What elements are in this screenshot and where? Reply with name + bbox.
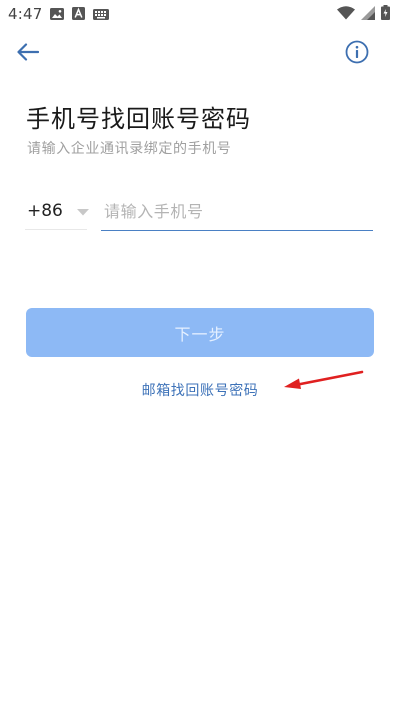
info-circle-icon xyxy=(345,40,369,68)
keyboard-icon xyxy=(93,5,110,24)
status-time: 4:47 xyxy=(8,5,43,23)
a-badge-icon xyxy=(72,5,86,24)
next-button[interactable]: 下一步 xyxy=(26,308,374,357)
country-code-selector[interactable]: +86 xyxy=(25,192,89,230)
battery-icon xyxy=(381,4,390,24)
phone-input[interactable] xyxy=(101,192,373,231)
country-code-text: +86 xyxy=(27,200,63,221)
page-subtitle: 请输入企业通讯录绑定的手机号 xyxy=(27,141,232,157)
arrow-left-icon xyxy=(17,43,40,65)
wifi-icon xyxy=(337,5,355,24)
page-title: 手机号找回账号密码 xyxy=(26,105,251,133)
signal-icon xyxy=(361,5,375,24)
back-button[interactable] xyxy=(14,40,42,68)
status-bar: 4:47 xyxy=(0,0,400,28)
image-icon xyxy=(50,5,65,24)
status-right xyxy=(337,4,390,24)
info-button[interactable] xyxy=(344,40,370,68)
caret-down-icon xyxy=(76,201,89,220)
red-arrow-annotation-icon xyxy=(282,366,366,396)
status-left: 4:47 xyxy=(8,5,110,24)
